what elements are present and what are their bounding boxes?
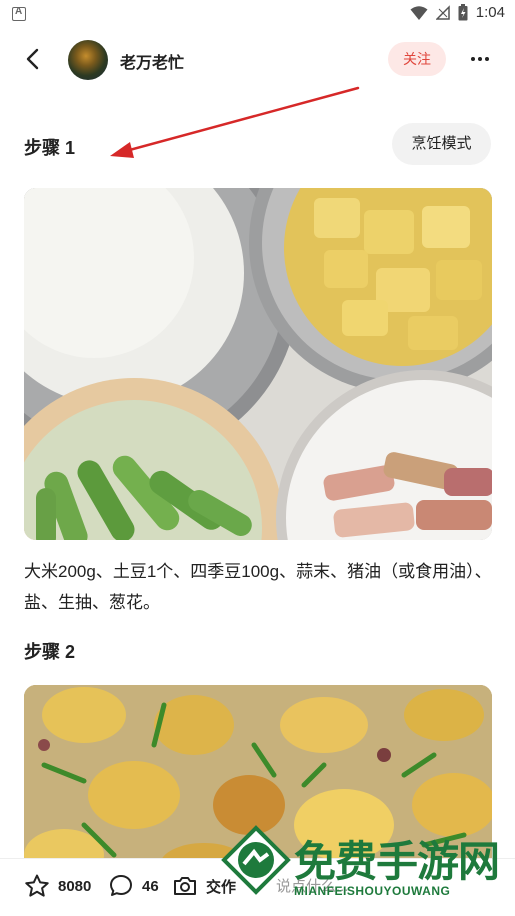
signal-icon bbox=[435, 4, 450, 20]
follow-button[interactable]: 关注 bbox=[388, 42, 446, 76]
watermark-subtitle: MIANFEISHOUYOUWANG bbox=[294, 884, 451, 898]
cooking-mode-button[interactable]: 烹饪模式 bbox=[392, 123, 491, 165]
header: 老万老忙 关注 bbox=[0, 34, 515, 86]
comment-action[interactable]: 46 bbox=[108, 873, 159, 899]
step-2-title: 步骤 2 bbox=[24, 642, 76, 662]
watermark-logo-icon bbox=[221, 825, 291, 895]
annotation-arrow bbox=[110, 86, 360, 158]
star-icon bbox=[25, 874, 49, 897]
avatar[interactable] bbox=[68, 40, 108, 80]
back-arrow-icon[interactable] bbox=[20, 46, 46, 72]
camera-icon bbox=[174, 877, 196, 895]
comment-count: 46 bbox=[142, 877, 159, 895]
author-name[interactable]: 老万老忙 bbox=[120, 49, 184, 73]
status-bar: 1:04 bbox=[0, 0, 515, 30]
step-1-photo[interactable] bbox=[24, 188, 492, 540]
status-icons: 1:04 bbox=[410, 4, 505, 21]
favorite-action[interactable]: 8080 bbox=[24, 873, 91, 899]
status-time: 1:04 bbox=[475, 4, 505, 21]
watermark: 免费手游网 MIANFEISHOUYOUWANG bbox=[220, 818, 515, 915]
watermark-title: 免费手游网 bbox=[294, 837, 500, 886]
battery-icon bbox=[458, 4, 468, 21]
wifi-icon bbox=[410, 5, 428, 20]
more-options-icon[interactable] bbox=[466, 48, 494, 70]
step-1-ingredients: 大米200g、土豆1个、四季豆100g、蒜末、猪油（或食用油）、盐、生抽、葱花。 bbox=[24, 562, 492, 612]
step-1-title: 步骤 1 bbox=[24, 138, 76, 158]
comment-icon bbox=[110, 875, 132, 896]
notification-icon bbox=[12, 6, 26, 21]
favorite-count: 8080 bbox=[58, 877, 92, 895]
